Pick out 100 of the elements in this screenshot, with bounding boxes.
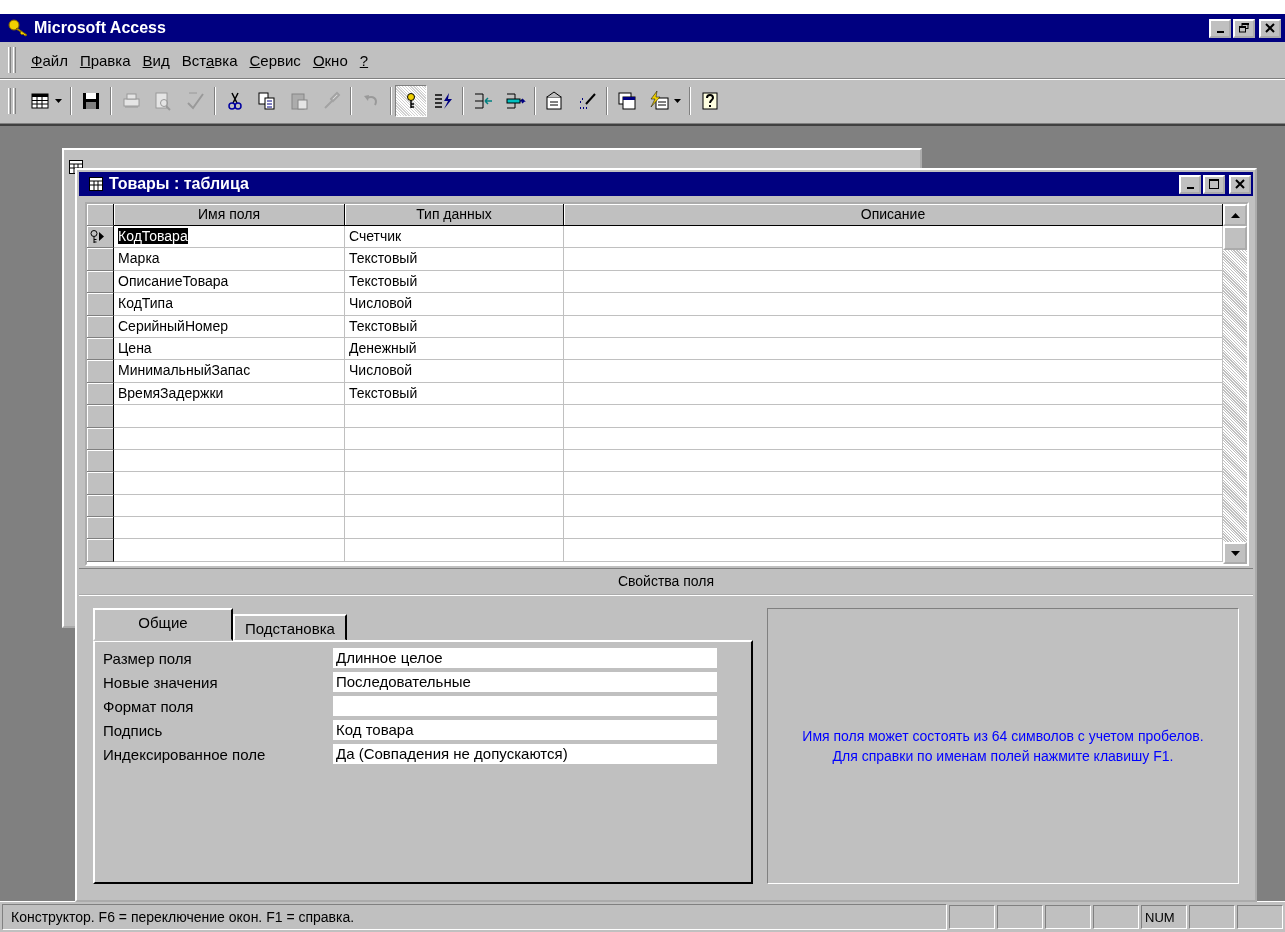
current-row-arrow-icon [99, 232, 104, 242]
property-label: Формат поля [103, 697, 195, 715]
property-field[interactable] [333, 696, 717, 716]
tab[interactable]: Подстановка [233, 614, 347, 641]
data-type-cell[interactable]: Счетчик [345, 226, 564, 249]
minimize-button[interactable] [1209, 18, 1231, 38]
field-name[interactable]: СерийныйНомер [118, 317, 229, 334]
row-selector[interactable] [87, 337, 114, 361]
property-field[interactable]: Да (Совпадения не допускаются) [333, 744, 717, 764]
row-selector[interactable] [87, 382, 114, 406]
table-cell[interactable] [345, 472, 564, 495]
table-cell[interactable] [114, 449, 345, 473]
table-cell[interactable] [564, 539, 1223, 562]
vertical-scrollbar[interactable] [1223, 204, 1247, 564]
field-name[interactable]: Цена [118, 339, 152, 356]
menu-item[interactable]: Правка [74, 49, 136, 71]
menu-item[interactable]: Окно [307, 49, 353, 71]
row-selector[interactable] [87, 360, 114, 383]
delete-row-icon [504, 90, 526, 112]
status-indicator: NUM [1141, 905, 1187, 929]
close-button[interactable] [1259, 18, 1281, 38]
data-type-cell[interactable]: Денежный [345, 337, 564, 361]
description-cell[interactable] [564, 248, 1223, 271]
menu-item[interactable]: Вставка [176, 49, 243, 71]
row-selector[interactable] [87, 539, 114, 562]
table-cell[interactable] [564, 517, 1223, 540]
row-selector[interactable] [87, 405, 114, 428]
row-selector[interactable] [87, 449, 114, 473]
minimize-button[interactable] [1179, 174, 1201, 194]
row-selector[interactable] [87, 226, 114, 249]
tab[interactable]: Общие [93, 608, 233, 641]
row-selector[interactable] [87, 427, 114, 450]
menu-item[interactable]: Вид [137, 49, 175, 71]
data-type-cell[interactable]: Текстовый [345, 270, 564, 294]
row-selector[interactable] [87, 517, 114, 540]
row-selector[interactable] [87, 315, 114, 338]
close-icon [1235, 179, 1245, 189]
corner-cell [87, 204, 114, 226]
table-cell[interactable] [564, 449, 1223, 473]
description-cell[interactable] [564, 315, 1223, 338]
table-cell[interactable] [114, 405, 345, 428]
row-selector[interactable] [87, 270, 114, 294]
data-type-cell[interactable]: Текстовый [345, 382, 564, 406]
column-header[interactable]: Имя поля [114, 204, 345, 226]
column-header[interactable]: Описание [564, 204, 1223, 226]
row-selector[interactable] [87, 248, 114, 271]
row-selector[interactable] [87, 293, 114, 316]
table-cell[interactable] [114, 472, 345, 495]
maximize-icon [1209, 179, 1219, 189]
description-cell[interactable] [564, 270, 1223, 294]
description-cell[interactable] [564, 226, 1223, 249]
row-selector[interactable] [87, 472, 114, 495]
data-type-cell[interactable]: Числовой [345, 293, 564, 316]
table-cell[interactable] [345, 494, 564, 518]
description-cell[interactable] [564, 293, 1223, 316]
menu-item[interactable]: Файл [26, 49, 73, 71]
scroll-thumb[interactable] [1223, 226, 1247, 250]
key-icon [8, 19, 30, 37]
table-cell[interactable] [345, 427, 564, 450]
maximize-button[interactable] [1203, 174, 1225, 194]
row-selector[interactable] [87, 494, 114, 518]
menu-item[interactable]: ? [354, 49, 374, 71]
data-type-cell[interactable]: Текстовый [345, 315, 564, 338]
description-cell[interactable] [564, 382, 1223, 406]
table-cell[interactable] [345, 405, 564, 428]
property-field[interactable]: Длинное целое [333, 648, 717, 668]
toolbar-grip[interactable] [8, 88, 16, 114]
table-cell[interactable] [564, 494, 1223, 518]
key-button[interactable] [395, 85, 427, 117]
property-label: Новые значения [103, 673, 219, 691]
field-name[interactable]: ВремяЗадержки [118, 384, 224, 401]
table-cell[interactable] [114, 517, 345, 540]
table-cell[interactable] [345, 517, 564, 540]
menu-item[interactable]: Сервис [244, 49, 306, 71]
table-cell[interactable] [114, 494, 345, 518]
property-field[interactable]: Последовательные [333, 672, 717, 692]
table-cell[interactable] [564, 405, 1223, 428]
insert-row-icon [472, 90, 494, 112]
field-name[interactable]: МинимальныйЗапас [118, 362, 251, 379]
description-cell[interactable] [564, 360, 1223, 383]
property-label: Размер поля [103, 649, 193, 667]
table-cell[interactable] [114, 427, 345, 450]
table-cell[interactable] [564, 472, 1223, 495]
data-type-cell[interactable]: Числовой [345, 360, 564, 383]
table-cell[interactable] [564, 427, 1223, 450]
restore-button[interactable] [1233, 18, 1255, 38]
field-name[interactable]: Марка [118, 250, 160, 267]
table-cell[interactable] [345, 449, 564, 473]
windows-icon [616, 90, 638, 112]
field-name[interactable]: ОписаниеТовара [118, 272, 229, 289]
table-cell[interactable] [345, 539, 564, 562]
data-type-cell[interactable]: Текстовый [345, 248, 564, 271]
table-cell[interactable] [114, 539, 345, 562]
field-name[interactable]: КодТипа [118, 295, 173, 312]
field-name[interactable]: КодТовара [118, 228, 188, 244]
description-cell[interactable] [564, 337, 1223, 361]
property-field[interactable]: Код товара [333, 720, 717, 740]
menu-grip[interactable] [8, 47, 16, 73]
column-header[interactable]: Тип данных [345, 204, 564, 226]
close-button[interactable] [1229, 174, 1251, 194]
